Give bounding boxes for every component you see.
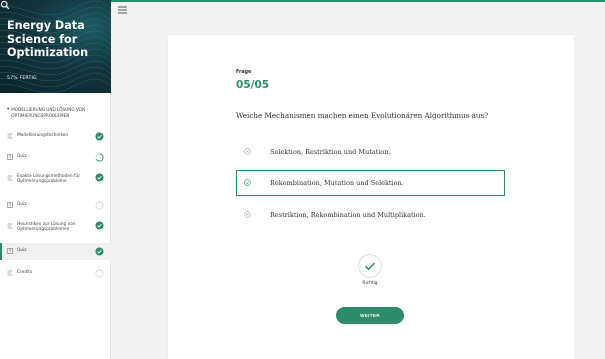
complete-check-icon	[95, 221, 104, 230]
sidebar-item-credits[interactable]: Credits	[0, 267, 111, 279]
sidebar-item-heuristiken[interactable]: Heuristiken zur Lösung von Optimierungsp…	[0, 220, 111, 238]
search-icon[interactable]	[0, 0, 10, 10]
sidebar-item-label: Credits	[17, 270, 33, 276]
sidebar-item-quiz-3[interactable]: Quiz	[0, 243, 111, 260]
answer-option-2-selected[interactable]: Rekombination, Mutation und Selektion.	[236, 170, 505, 196]
in-progress-icon	[95, 152, 104, 162]
course-hero: Energy Data Science for Optimization 57%…	[0, 0, 111, 93]
next-button[interactable]: WEITER	[336, 307, 404, 324]
question-label: Frage	[236, 70, 252, 75]
app: Energy Data Science for Optimization 57%…	[0, 0, 605, 359]
lesson-icon	[7, 133, 13, 139]
not-started-icon	[95, 201, 104, 209]
option-check-icon	[244, 179, 251, 186]
sidebar-item-label: Modellierungstechniken	[17, 133, 69, 139]
answer-option-1[interactable]: Selektion, Restriktion und Mutation.	[236, 139, 505, 165]
sidebar-item-label: Quiz	[17, 202, 27, 208]
lesson-icon	[7, 270, 13, 276]
option-marker-icon	[244, 148, 251, 155]
sidebar-item-label: Exakte Lösungsmethoden für Optimierungsp…	[17, 174, 81, 185]
complete-check-icon	[95, 173, 104, 182]
sidebar-item-label: Heuristiken zur Lösung von Optimierungsp…	[17, 222, 76, 233]
answer-option-text: Rekombination, Mutation und Selektion.	[270, 179, 404, 187]
quiz-icon	[7, 154, 13, 160]
complete-check-icon	[95, 247, 104, 256]
quiz-card: Frage 05/05 Weiche Mechanismen machen ei…	[168, 35, 574, 359]
course-title: Energy Data Science for Optimization	[7, 19, 89, 60]
answer-option-3[interactable]: Restriktion, Rekombination und Multiplik…	[236, 202, 505, 228]
question-number: 05/05	[236, 79, 270, 91]
complete-check-icon	[95, 131, 104, 141]
sidebar-item-label: Quiz	[17, 248, 27, 253]
sidebar: Energy Data Science for Optimization 57%…	[0, 0, 111, 359]
top-accent-line	[111, 0, 605, 2]
chevron-down-icon: ▾	[7, 107, 10, 112]
sidebar-item-label: Quiz	[17, 154, 27, 160]
hamburger-menu-icon[interactable]	[118, 6, 127, 14]
quiz-icon	[7, 248, 13, 254]
sidebar-item-exakte-loesungsmethoden[interactable]: Exakte Lösungsmethoden für Optimierungsp…	[0, 172, 111, 190]
answer-option-text: Restriktion, Rekombination und Multiplik…	[270, 211, 426, 219]
correct-check-icon	[358, 254, 382, 278]
option-marker-icon	[244, 211, 251, 218]
sidebar-section-title: MODELLIERUNG UND LÖSUNG VON OPTIMIERUNGS…	[11, 107, 86, 118]
quiz-icon	[7, 202, 13, 208]
course-progress: 57% FERTIG	[7, 76, 37, 81]
not-started-icon	[95, 269, 104, 277]
sidebar-item-quiz-1[interactable]: Quiz	[0, 151, 111, 163]
sidebar-item-quiz-2[interactable]: Quiz	[0, 199, 111, 211]
lesson-icon	[7, 223, 13, 229]
sidebar-section-header[interactable]: ▾ MODELLIERUNG UND LÖSUNG VON OPTIMIERUN…	[7, 107, 107, 118]
lesson-icon	[7, 175, 13, 181]
sidebar-item-modellierungstechniken[interactable]: Modellierungstechniken	[0, 130, 111, 142]
result-label: Richtig	[362, 281, 378, 286]
answer-option-text: Selektion, Restriktion und Mutation.	[270, 148, 391, 156]
question-text: Weiche Mechanismen machen einen Evolutio…	[236, 111, 489, 120]
